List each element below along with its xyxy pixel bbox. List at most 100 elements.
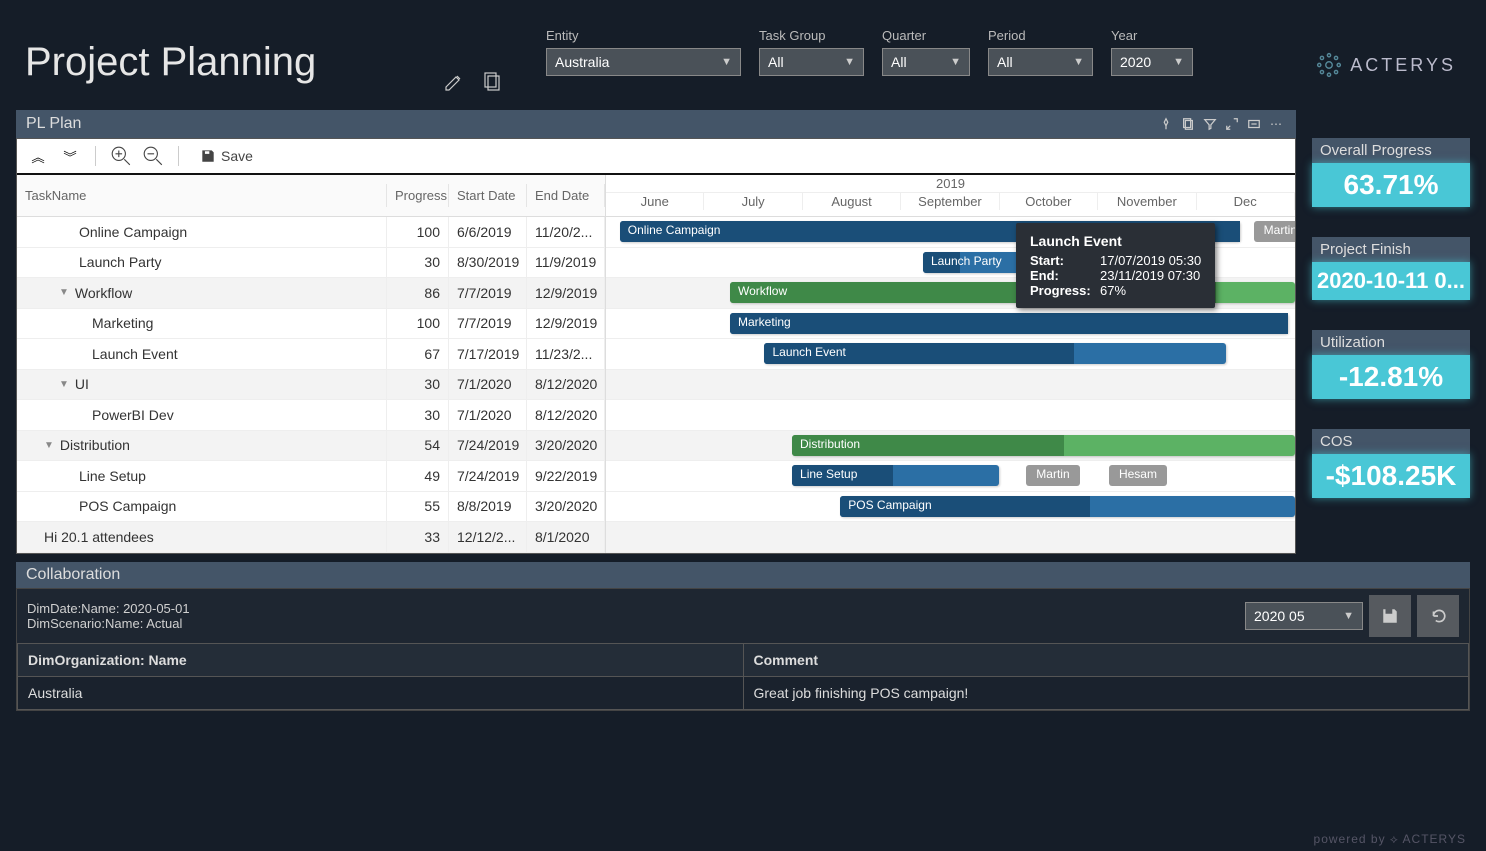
td-comment[interactable]: Great job finishing POS campaign! — [743, 677, 1469, 710]
timeline-row[interactable] — [606, 400, 1295, 431]
more-icon[interactable]: ⋯ — [1266, 114, 1286, 134]
collab-context: DimDate:Name: 2020-05-01 DimScenario:Nam… — [17, 589, 1469, 643]
entity-dropdown[interactable]: Australia▼ — [546, 48, 741, 76]
caret-icon[interactable]: ▼ — [59, 287, 69, 298]
th-org[interactable]: DimOrganization: Name — [18, 644, 744, 677]
th-comment[interactable]: Comment — [743, 644, 1469, 677]
year-dropdown[interactable]: 2020▼ — [1111, 48, 1193, 76]
collab-buttons: 2020 05▼ — [1245, 595, 1459, 637]
spotlight-icon[interactable] — [1244, 114, 1264, 134]
table-row[interactable]: ▼Distribution547/24/20193/20/2020 — [17, 431, 605, 462]
month-label: June — [606, 193, 704, 210]
section-header: PL Plan ⋯ — [16, 110, 1296, 138]
entity-value: Australia — [555, 54, 609, 70]
table-row[interactable]: PowerBI Dev307/1/20208/12/2020 — [17, 400, 605, 431]
taskgroup-dropdown[interactable]: All▼ — [759, 48, 864, 76]
col-start[interactable]: Start Date — [449, 184, 527, 207]
year-value: 2020 — [1120, 54, 1151, 70]
quarter-value: All — [891, 54, 907, 70]
table-row[interactable]: Launch Event677/17/201911/23/2... — [17, 339, 605, 370]
gantt-bar[interactable]: POS Campaign — [840, 496, 1295, 517]
gantt-bar[interactable]: Marketing — [730, 313, 1288, 334]
col-taskname[interactable]: TaskName — [17, 184, 387, 207]
month-label: July — [704, 193, 802, 210]
table-row[interactable]: POS Campaign558/8/20193/20/2020 — [17, 492, 605, 523]
month-label: September — [901, 193, 999, 210]
quarter-label: Quarter — [882, 28, 970, 43]
chevron-down-icon: ▼ — [950, 56, 961, 68]
focus-icon[interactable] — [1222, 114, 1242, 134]
tooltip-title: Launch Event — [1030, 233, 1201, 249]
filter-icon[interactable] — [1200, 114, 1220, 134]
month-label: October — [1000, 193, 1098, 210]
task-end: 11/20/2... — [527, 217, 605, 247]
table-row[interactable]: Hi 20.1 attendees3312/12/2...8/1/2020 — [17, 522, 605, 553]
gantt-toolbar: ︽ ︾ Save — [17, 139, 1295, 175]
kpi-finish: Project Finish 2020-10-11 0... — [1312, 237, 1470, 300]
task-name: Workflow — [75, 285, 132, 301]
collapse-all-icon[interactable]: ︾ — [59, 145, 81, 167]
table-row[interactable]: ▼UI307/1/20208/12/2020 — [17, 370, 605, 401]
task-name: POS Campaign — [79, 498, 176, 514]
timeline-row[interactable] — [606, 522, 1295, 553]
gantt-tooltip: Launch Event Start:17/07/2019 05:30 End:… — [1016, 223, 1215, 308]
kpi-overall: Overall Progress 63.71% — [1312, 138, 1470, 207]
table-row[interactable]: Line Setup497/24/20199/22/2019 — [17, 461, 605, 492]
quarter-dropdown[interactable]: All ▼ — [882, 48, 970, 76]
undo-button[interactable] — [1417, 595, 1459, 637]
table-row[interactable]: Marketing1007/7/201912/9/2019 — [17, 309, 605, 340]
gantt-bar[interactable]: Line Setup — [792, 465, 999, 486]
table-row[interactable]: ▼Workflow867/7/201912/9/2019 — [17, 278, 605, 309]
period-label: Period — [988, 28, 1093, 43]
column-headers: TaskName Progress Start Date End Date — [17, 175, 605, 217]
caret-icon[interactable]: ▼ — [44, 440, 54, 451]
year-label: Year — [1111, 28, 1193, 43]
task-end: 11/23/2... — [527, 339, 605, 369]
timeline-row[interactable] — [606, 370, 1295, 401]
edit-icon[interactable] — [440, 68, 468, 96]
expand-all-icon[interactable]: ︽ — [27, 145, 49, 167]
task-end: 3/20/2020 — [527, 492, 605, 522]
task-start: 8/8/2019 — [449, 492, 527, 522]
caret-icon[interactable]: ▼ — [59, 379, 69, 390]
timeline-row[interactable]: Line SetupMartinHesam — [606, 461, 1295, 492]
pin-icon[interactable] — [1156, 114, 1176, 134]
copy-visual-icon[interactable] — [1178, 114, 1198, 134]
task-progress: 54 — [387, 431, 449, 461]
timeline-row[interactable]: Launch Event — [606, 339, 1295, 370]
save-comment-button[interactable] — [1369, 595, 1411, 637]
timeline-row[interactable]: POS Campaign — [606, 492, 1295, 523]
col-end[interactable]: End Date — [527, 184, 605, 207]
tt-end: 23/11/2019 07:30 — [1100, 268, 1200, 283]
chevron-down-icon: ▼ — [1073, 56, 1084, 68]
timeline[interactable]: 2019 JuneJulyAugustSeptemberOctoberNovem… — [606, 175, 1295, 553]
copy-icon[interactable] — [478, 68, 506, 96]
gantt-body: TaskName Progress Start Date End Date On… — [17, 175, 1295, 553]
task-name: Marketing — [92, 315, 153, 331]
table-row[interactable]: Online Campaign1006/6/201911/20/2... — [17, 217, 605, 248]
kpi-overall-value: 63.71% — [1312, 163, 1470, 207]
gantt-bar[interactable]: Distribution — [792, 435, 1295, 456]
timeline-row[interactable]: Distribution — [606, 431, 1295, 462]
header: Project Planning Entity Australia▼ Task … — [0, 0, 1486, 110]
td-org[interactable]: Australia — [18, 677, 744, 710]
col-progress[interactable]: Progress — [387, 184, 449, 207]
filters: Entity Australia▼ Task Group All▼ Quarte… — [506, 10, 1316, 76]
collab-period-value: 2020 05 — [1254, 608, 1305, 624]
collab-period-dropdown[interactable]: 2020 05▼ — [1245, 602, 1363, 630]
table-row[interactable]: Launch Party308/30/201911/9/2019 — [17, 248, 605, 279]
save-button[interactable]: Save — [193, 145, 261, 167]
divider — [178, 146, 179, 166]
task-progress: 30 — [387, 400, 449, 430]
zoom-in-icon[interactable] — [110, 145, 132, 167]
task-progress: 49 — [387, 461, 449, 491]
zoom-out-icon[interactable] — [142, 145, 164, 167]
gantt-bar[interactable]: Launch Event — [764, 343, 1226, 364]
visual-toolbar: ⋯ — [1156, 114, 1286, 134]
timeline-row[interactable]: Marketing — [606, 309, 1295, 340]
task-progress: 33 — [387, 522, 449, 552]
period-dropdown[interactable]: All▼ — [988, 48, 1093, 76]
tt-end-label: End: — [1030, 268, 1092, 283]
kpi-util-label: Utilization — [1312, 330, 1470, 355]
task-end: 9/22/2019 — [527, 461, 605, 491]
